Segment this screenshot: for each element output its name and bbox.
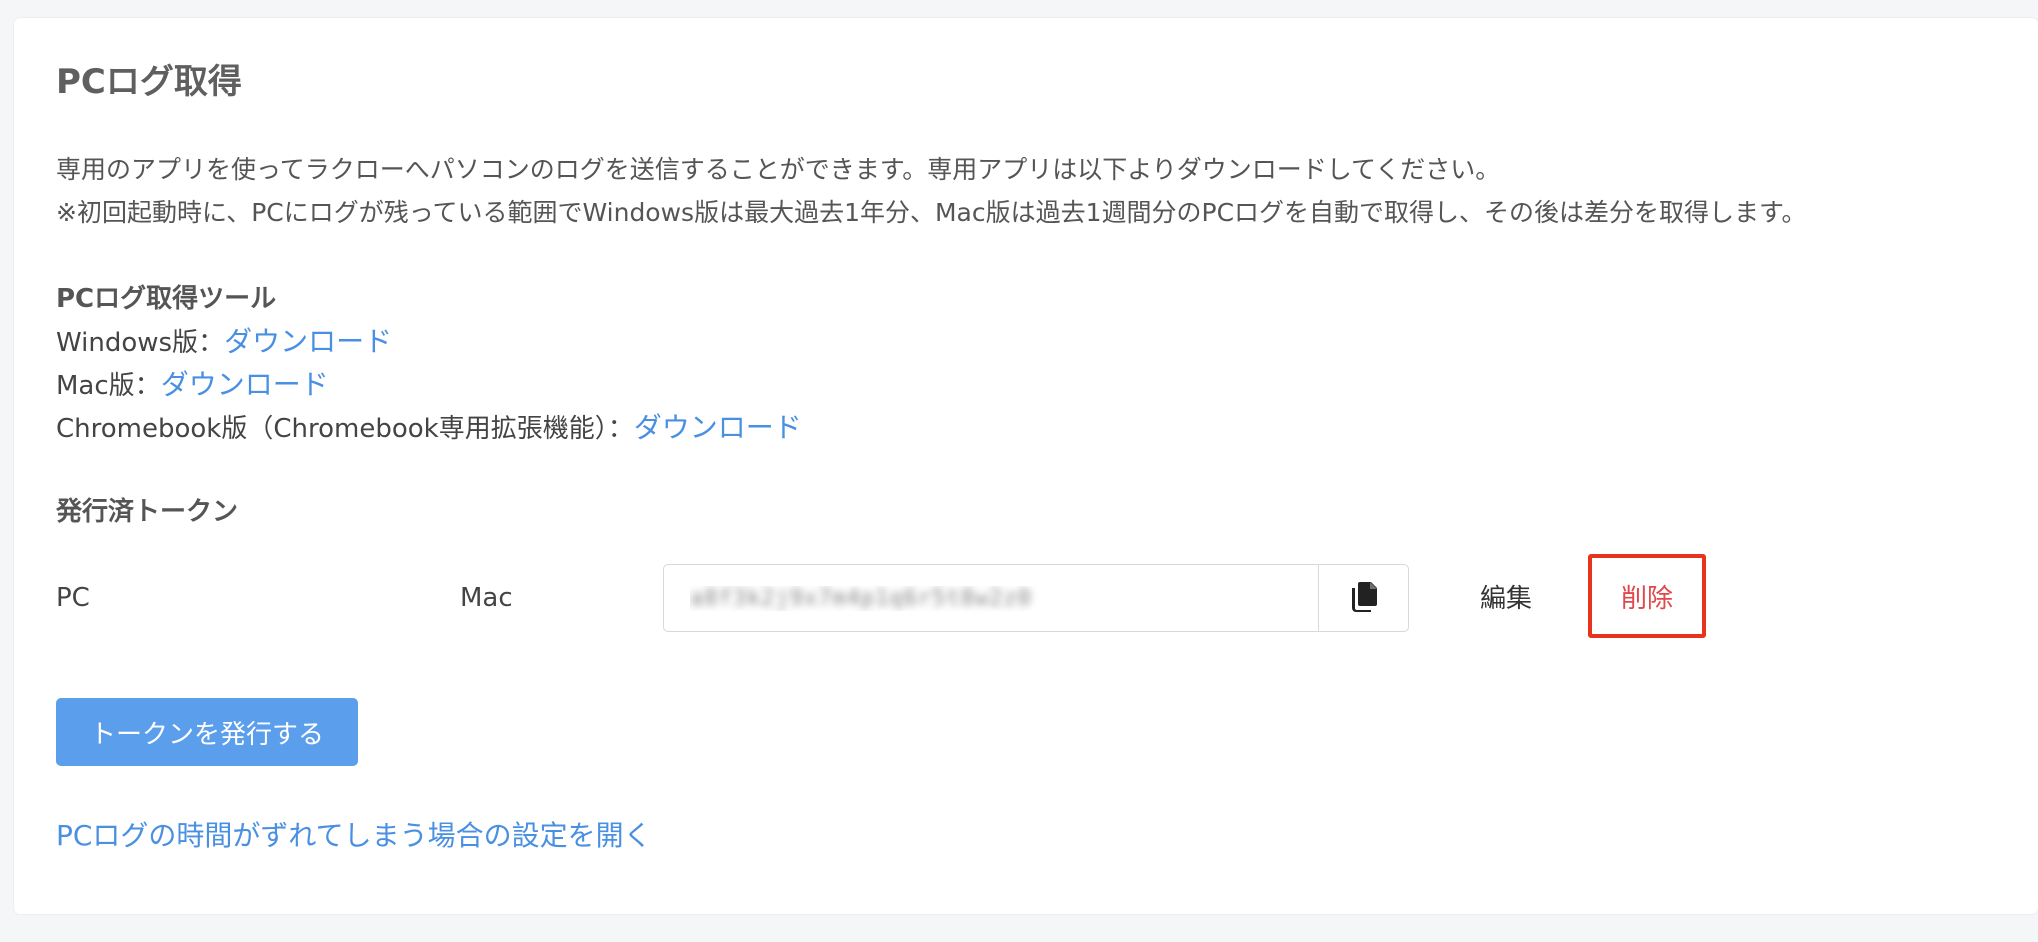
token-input-group	[663, 564, 1409, 632]
copy-icon	[1351, 581, 1377, 615]
copy-token-button[interactable]	[1318, 565, 1408, 631]
token-value-input[interactable]	[664, 565, 1318, 631]
chromebook-download-link[interactable]: ダウンロード	[634, 411, 802, 444]
tool-label-chromebook: Chromebook版（Chromebook専用拡張機能）	[56, 414, 608, 444]
description-line-2: ※初回起動時に、PCにログが残っている範囲でWindows版は最大過去1年分、M…	[56, 198, 1807, 227]
tool-label-windows: Windows版	[56, 328, 199, 358]
tokens-heading: 発行済トークン	[56, 497, 239, 527]
windows-download-link[interactable]: ダウンロード	[224, 325, 392, 358]
time-settings-link[interactable]: PCログの時間がずれてしまう場合の設定を開く	[56, 814, 652, 854]
tool-label-mac: Mac版	[56, 371, 135, 401]
tool-row-mac: Mac版：ダウンロード	[56, 363, 329, 403]
delete-highlight-box: 削除	[1588, 554, 1706, 638]
description-line-1: 専用のアプリを使ってラクローへパソコンのログを送信することができます。専用アプリ…	[56, 155, 1501, 184]
token-device-type: PC	[56, 583, 90, 613]
tools-heading: PCログ取得ツール	[56, 284, 277, 314]
tool-row-windows: Windows版：ダウンロード	[56, 320, 392, 360]
tool-separator: ：	[607, 414, 634, 444]
token-os: Mac	[460, 583, 513, 613]
tool-row-chromebook: Chromebook版（Chromebook専用拡張機能）：ダウンロード	[56, 406, 802, 446]
delete-token-button[interactable]: 削除	[1621, 578, 1673, 615]
tool-separator: ：	[134, 371, 161, 401]
tool-separator: ：	[198, 328, 225, 358]
mac-download-link[interactable]: ダウンロード	[161, 368, 329, 401]
page-title: PCログ取得	[56, 62, 242, 102]
issue-token-button[interactable]: トークンを発行する	[56, 698, 358, 766]
edit-token-button[interactable]: 編集	[1480, 578, 1532, 615]
